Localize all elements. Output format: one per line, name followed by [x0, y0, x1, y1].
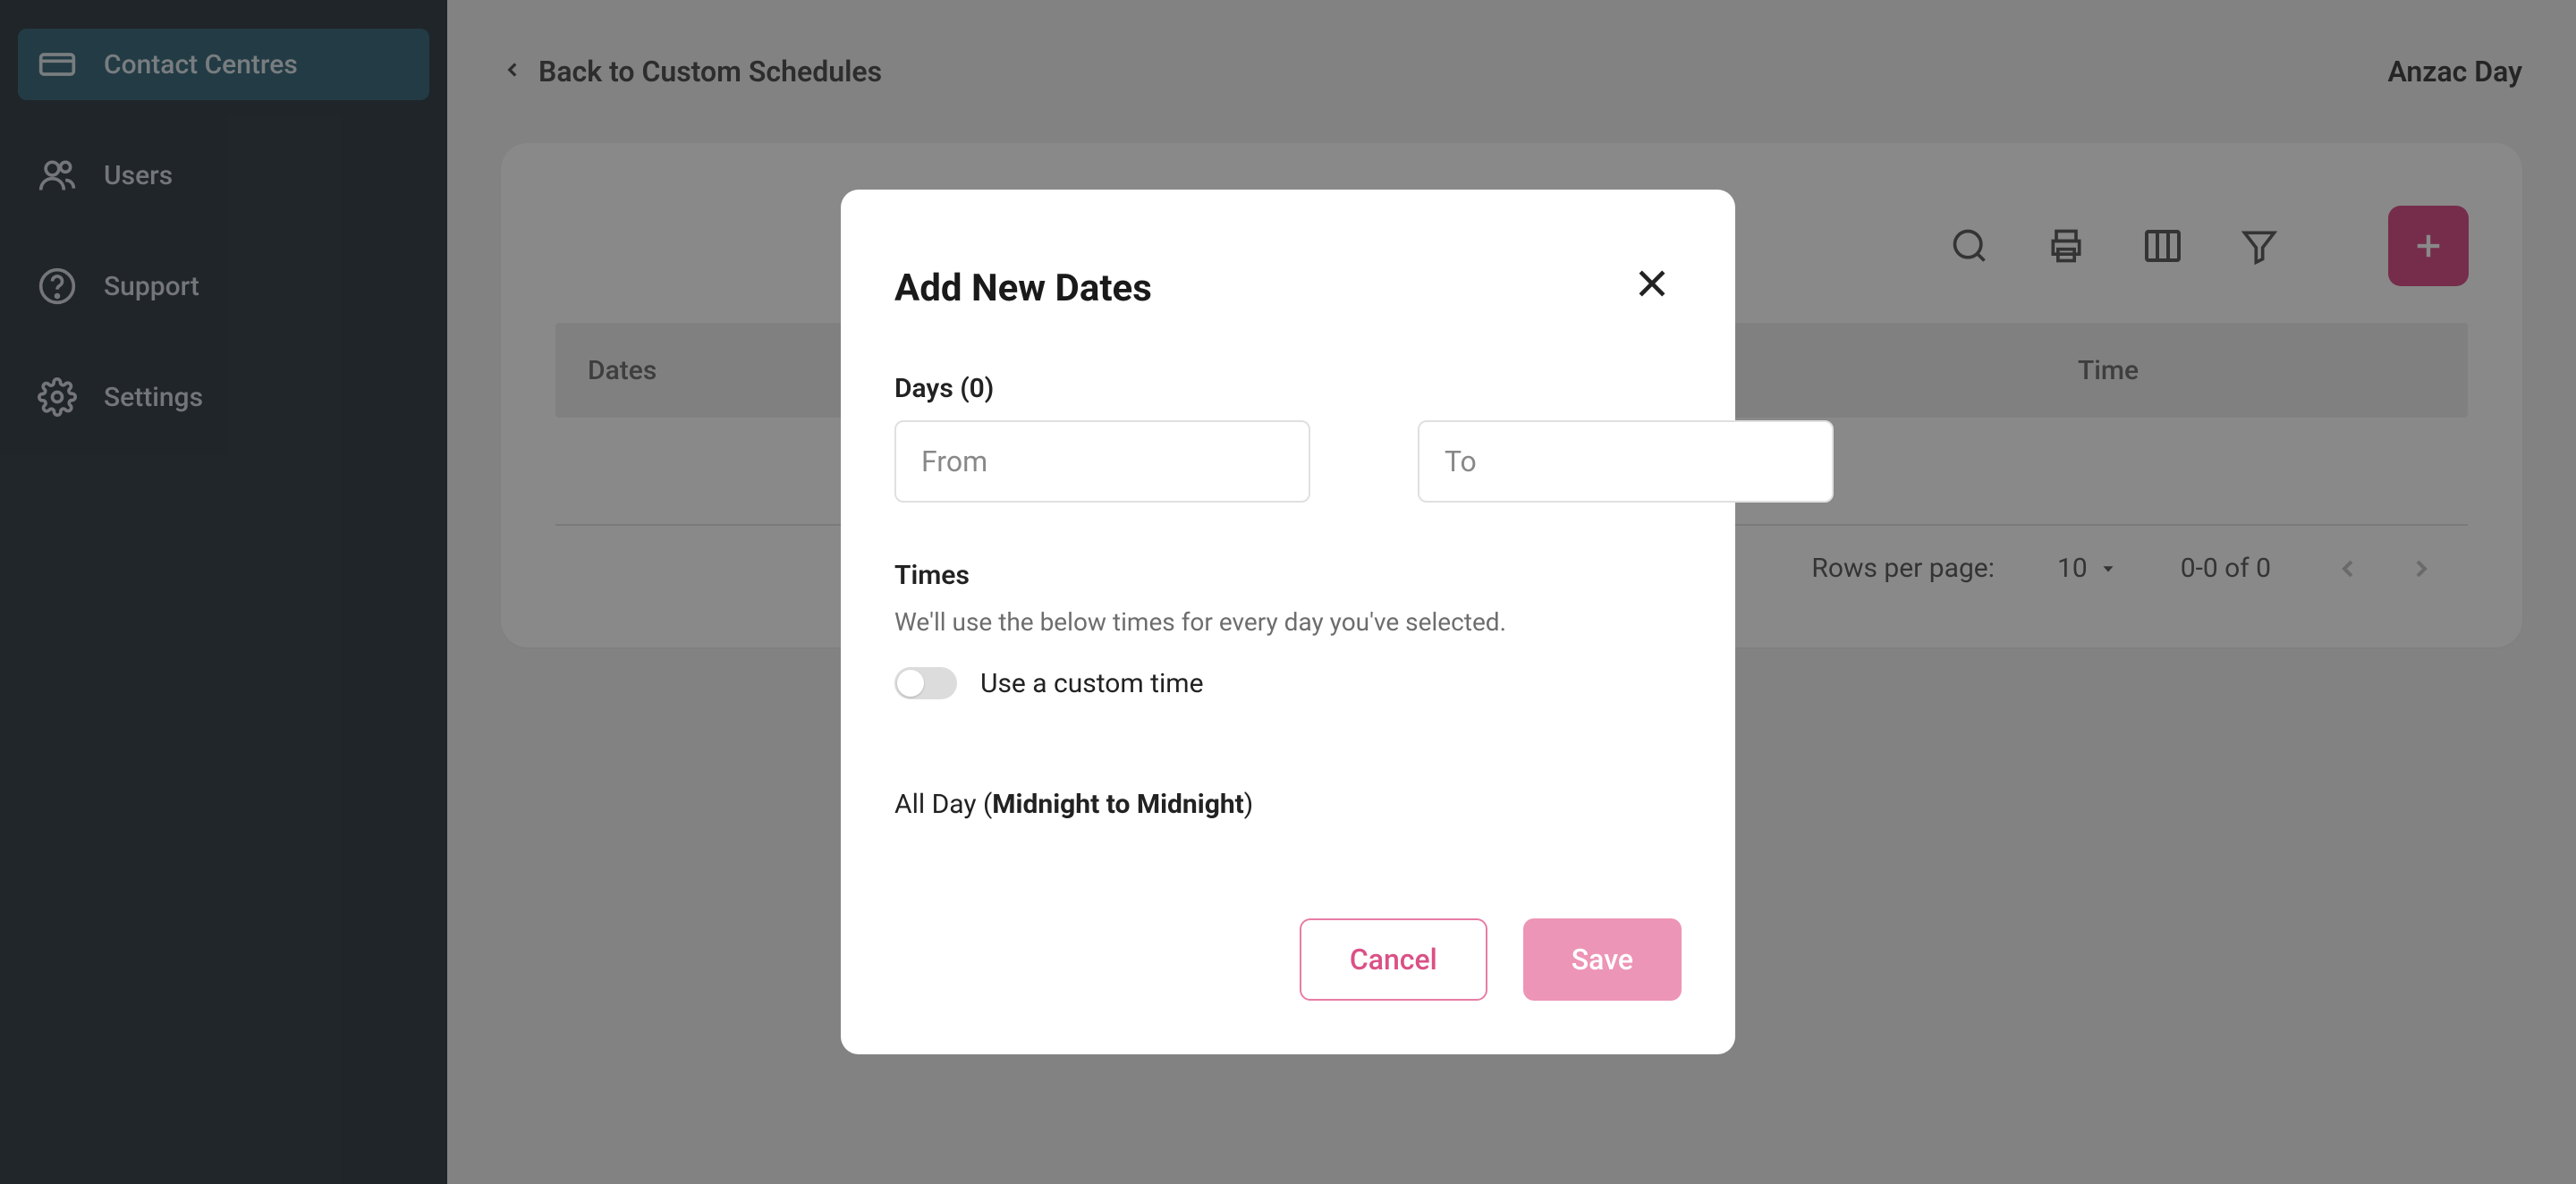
days-label: Days (0) — [894, 373, 1682, 404]
save-button[interactable]: Save — [1523, 918, 1682, 1001]
close-button[interactable] — [1628, 259, 1676, 308]
custom-time-toggle[interactable] — [894, 667, 957, 699]
times-label: Times — [894, 560, 1682, 591]
add-dates-dialog: Add New Dates Days (0) Times We'll use t… — [841, 190, 1735, 1054]
toggle-label: Use a custom time — [980, 668, 1203, 699]
cancel-button[interactable]: Cancel — [1300, 918, 1487, 1001]
toggle-knob — [897, 670, 924, 697]
times-sublabel: We'll use the below times for every day … — [894, 607, 1682, 637]
to-date-input[interactable] — [1418, 420, 1834, 503]
close-icon — [1632, 264, 1672, 303]
allday-suffix: ) — [1244, 789, 1253, 820]
dialog-actions: Cancel Save — [894, 918, 1682, 1001]
date-range-row — [894, 420, 1682, 503]
allday-strong: Midnight to Midnight — [992, 789, 1244, 820]
dialog-title: Add New Dates — [894, 266, 1682, 310]
allday-prefix: All Day ( — [894, 789, 992, 820]
modal-overlay[interactable]: Add New Dates Days (0) Times We'll use t… — [0, 0, 2576, 1184]
custom-time-toggle-row: Use a custom time — [894, 667, 1682, 699]
allday-text: All Day (Midnight to Midnight) — [894, 789, 1682, 820]
from-date-input[interactable] — [894, 420, 1310, 503]
